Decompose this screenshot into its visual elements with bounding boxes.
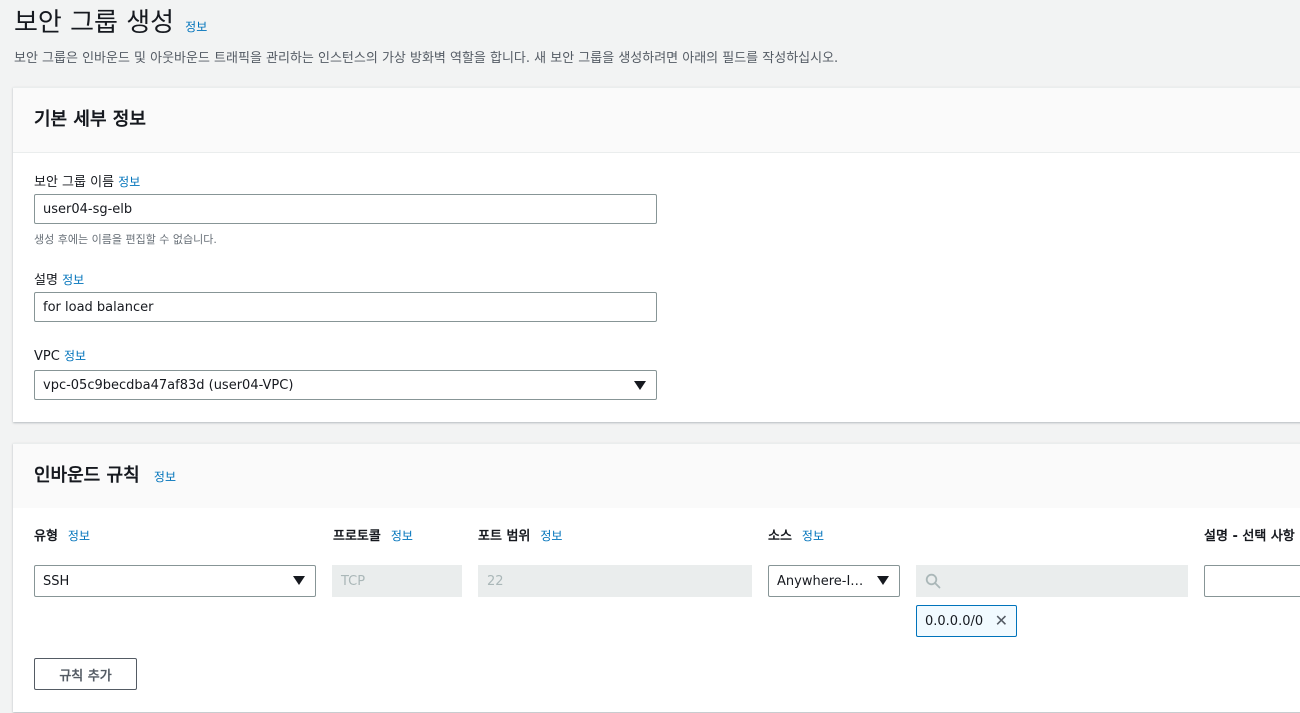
add-rule-button[interactable]: 규칙 추가 (34, 658, 137, 690)
page-description: 보안 그룹은 인바운드 및 아웃바운드 트래픽을 관리하는 인스턴스의 가상 방… (14, 51, 839, 66)
source-search-input[interactable] (916, 565, 1188, 597)
sg-name-info-link[interactable]: 정보 (118, 175, 140, 189)
col-source-info-link[interactable]: 정보 (802, 529, 824, 543)
page-title-info-link[interactable]: 정보 (185, 20, 207, 34)
inbound-rules-header: 인바운드 규칙 정보 (13, 444, 1300, 508)
type-select[interactable]: SSH (34, 565, 316, 597)
description-info-link[interactable]: 정보 (62, 273, 84, 287)
inbound-rules-panel: 인바운드 규칙 정보 유형 정보 프로토콜 정보 포트 범위 정보 소스 정보 설명 -… (13, 443, 1300, 712)
protocol-value: TCP (341, 573, 366, 589)
page-header: 보안 그룹 생성 정보 (14, 2, 207, 39)
caret-down-icon (293, 576, 305, 585)
description-label: 설명 정보 (34, 269, 84, 288)
description-value: for load balancer (43, 299, 154, 315)
search-icon (925, 573, 941, 589)
col-protocol-text: 프로토콜 (333, 529, 381, 544)
col-description-text: 설명 - 선택 사항 (1204, 529, 1295, 544)
protocol-field: TCP (332, 565, 462, 597)
basic-details-panel: 기본 세부 정보 보안 그룹 이름 정보 user04-sg-elb 생성 후에… (13, 87, 1300, 422)
col-source-text: 소스 (768, 529, 792, 544)
description-input[interactable]: for load balancer (34, 292, 657, 322)
page-title: 보안 그룹 생성 (14, 8, 175, 38)
sg-name-input[interactable]: user04-sg-elb (34, 194, 657, 224)
basic-details-title: 기본 세부 정보 (34, 109, 146, 130)
vpc-info-link[interactable]: 정보 (64, 349, 86, 363)
sg-name-label: 보안 그룹 이름 정보 (34, 171, 140, 190)
vpc-label-text: VPC (34, 349, 60, 364)
type-value: SSH (43, 573, 70, 589)
col-description-label: 설명 - 선택 사항 (1204, 525, 1295, 544)
col-port-info-link[interactable]: 정보 (540, 529, 562, 543)
col-type-text: 유형 (34, 529, 58, 544)
sg-name-value: user04-sg-elb (43, 201, 133, 217)
cidr-token: 0.0.0.0/0 ✕ (916, 605, 1017, 637)
inbound-rules-title-text: 인바운드 규칙 (34, 465, 140, 486)
vpc-value: vpc-05c9becdba47af83d (user04-VPC) (43, 377, 294, 393)
sg-name-label-text: 보안 그룹 이름 (34, 175, 115, 190)
inbound-rules-info-link[interactable]: 정보 (154, 470, 176, 484)
port-range-field: 22 (478, 565, 752, 597)
col-type-info-link[interactable]: 정보 (68, 529, 90, 543)
basic-details-header: 기본 세부 정보 (13, 88, 1300, 153)
description-label-text: 설명 (34, 273, 58, 288)
source-type-select[interactable]: Anywhere-I… (768, 565, 900, 597)
col-protocol-info-link[interactable]: 정보 (391, 529, 413, 543)
col-type-label: 유형 정보 (34, 525, 90, 544)
source-type-value: Anywhere-I… (777, 573, 864, 589)
caret-down-icon (634, 381, 646, 390)
col-source-label: 소스 정보 (768, 525, 824, 544)
close-icon[interactable]: ✕ (995, 613, 1008, 629)
vpc-select[interactable]: vpc-05c9becdba47af83d (user04-VPC) (34, 370, 657, 400)
col-port-text: 포트 범위 (478, 529, 531, 544)
vpc-label: VPC 정보 (34, 347, 86, 364)
inbound-rules-title: 인바운드 규칙 정보 (34, 461, 176, 487)
cidr-value: 0.0.0.0/0 (925, 613, 984, 629)
sg-name-hint: 생성 후에는 이름을 편집할 수 없습니다. (34, 233, 217, 246)
rule-description-input[interactable] (1204, 565, 1300, 597)
caret-down-icon (877, 576, 889, 585)
col-protocol-label: 프로토콜 정보 (333, 525, 413, 544)
port-value: 22 (487, 573, 504, 589)
col-port-label: 포트 범위 정보 (478, 525, 562, 544)
